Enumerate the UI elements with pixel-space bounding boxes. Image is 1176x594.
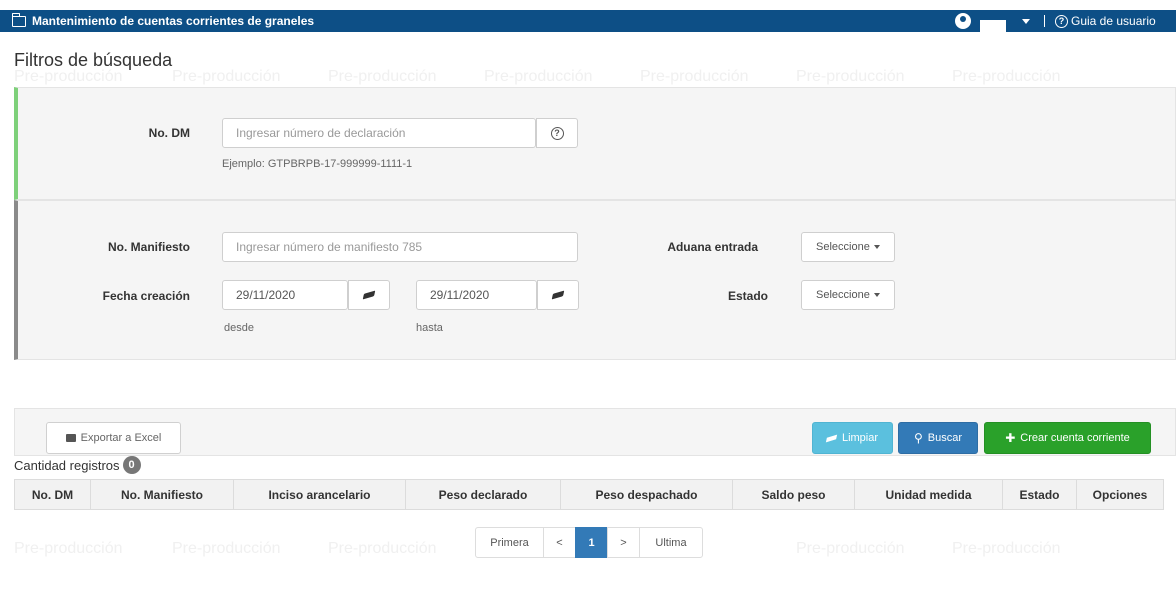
header-title-group: Mantenimiento de cuentas corrientes de g… <box>11 10 315 32</box>
caret-down-icon <box>873 245 880 249</box>
action-bar: Exportar a Excel Limpiar ⚲ Buscar ✚ Crea… <box>14 408 1176 456</box>
fecha-desde-input[interactable]: 29/11/2020 <box>222 280 348 310</box>
estado-select[interactable]: Seleccione <box>801 280 895 310</box>
header-title: Mantenimiento de cuentas corrientes de g… <box>32 14 315 28</box>
watermark: Pre-producción <box>172 540 281 557</box>
pagination-current-page[interactable]: 1 <box>575 527 608 558</box>
search-label: Buscar <box>927 432 963 444</box>
eraser-icon <box>825 434 838 442</box>
search-button[interactable]: ⚲ Buscar <box>898 422 978 454</box>
watermark: Pre-producción <box>328 68 437 85</box>
aduana-select[interactable]: Seleccione <box>801 232 895 262</box>
results-table-header: No. DM No. Manifiesto Inciso arancelario… <box>14 479 1164 510</box>
export-icon <box>65 434 76 442</box>
record-count-label: Cantidad registros <box>14 457 120 473</box>
clear-button[interactable]: Limpiar <box>812 422 893 454</box>
help-icon: ? <box>550 126 564 140</box>
record-count: Cantidad registros 0 <box>14 456 141 474</box>
watermark: Pre-producción <box>952 540 1061 557</box>
dm-help-button[interactable]: ? <box>536 118 578 148</box>
page-title: Filtros de búsqueda <box>14 50 173 70</box>
fecha-hasta-clear-button[interactable] <box>537 280 579 310</box>
fecha-desde-clear-button[interactable] <box>348 280 390 310</box>
watermark: Pre-producción <box>172 68 281 85</box>
aduana-label: Aduana entrada <box>667 240 758 254</box>
manifiesto-input[interactable]: Ingresar número de manifiesto 785 <box>222 232 578 262</box>
top-bar: Mantenimiento de cuentas corrientes de g… <box>0 10 1176 32</box>
watermark: Pre-producción <box>796 68 905 85</box>
dm-label: No. DM <box>148 126 190 140</box>
user-icon[interactable] <box>955 13 971 29</box>
eraser-icon <box>362 290 376 300</box>
fecha-label: Fecha creación <box>102 289 190 303</box>
pagination-last[interactable]: Ultima <box>639 527 703 558</box>
search-icon: ⚲ <box>913 431 923 445</box>
watermark: Pre-producción <box>484 68 593 85</box>
aduana-selected: Seleccione <box>816 241 870 253</box>
column-header[interactable]: Saldo peso <box>733 480 855 509</box>
user-menu-caret-icon[interactable] <box>1022 19 1030 24</box>
pagination-next[interactable]: > <box>607 527 640 558</box>
watermark: Pre-producción <box>796 540 905 557</box>
watermark: Pre-producción <box>952 68 1061 85</box>
manifiesto-label: No. Manifiesto <box>107 240 190 254</box>
column-header[interactable]: Peso despachado <box>561 480 733 509</box>
filter-panel-dm: No. DM Ingresar número de declaración ? … <box>14 87 1176 200</box>
column-header[interactable]: No. Manifiesto <box>91 480 234 509</box>
export-excel-button[interactable]: Exportar a Excel <box>46 422 181 454</box>
dm-example-hint: Ejemplo: GTPBRPB-17-999999-1111-1 <box>222 158 413 170</box>
help-circle-icon: ? <box>1055 14 1068 28</box>
column-header[interactable]: Inciso arancelario <box>234 480 406 509</box>
create-label: Crear cuenta corriente <box>1020 432 1130 444</box>
column-header[interactable]: Estado <box>1003 480 1077 509</box>
estado-label: Estado <box>727 289 768 303</box>
column-header[interactable]: No. DM <box>15 480 91 509</box>
column-header[interactable]: Unidad medida <box>855 480 1003 509</box>
user-guide-label: Guia de usuario <box>1071 14 1156 28</box>
estado-selected: Seleccione <box>816 289 870 301</box>
folder-icon <box>11 12 26 27</box>
pagination-prev[interactable]: < <box>543 527 576 558</box>
fecha-desde-hint: desde <box>224 322 254 334</box>
fecha-hasta-hint: hasta <box>416 322 443 334</box>
watermark: Pre-producción <box>14 540 123 557</box>
header-divider <box>1044 15 1045 27</box>
column-header[interactable]: Peso declarado <box>406 480 561 509</box>
record-count-badge: 0 <box>122 456 141 474</box>
caret-down-icon <box>873 293 880 297</box>
pagination-first[interactable]: Primera <box>475 527 544 558</box>
column-header[interactable]: Opciones <box>1077 480 1163 509</box>
create-account-button[interactable]: ✚ Crear cuenta corriente <box>984 422 1151 454</box>
watermark: Pre-producción <box>640 68 749 85</box>
dm-input[interactable]: Ingresar número de declaración <box>222 118 536 148</box>
filter-panel-manifest: No. Manifiesto Ingresar número de manifi… <box>14 200 1176 360</box>
watermark: Pre-producción <box>328 540 437 557</box>
plus-icon: ✚ <box>1005 431 1016 445</box>
export-label: Exportar a Excel <box>80 432 162 444</box>
fecha-hasta-input[interactable]: 29/11/2020 <box>416 280 537 310</box>
user-name-field[interactable] <box>980 20 1006 32</box>
page: Pre-producción Pre-producción Pre-produc… <box>0 0 1176 594</box>
clear-label: Limpiar <box>841 432 879 444</box>
pagination: Primera < 1 > Ultima <box>475 527 703 558</box>
eraser-icon <box>551 290 565 300</box>
user-guide-link[interactable]: ? Guia de usuario <box>1055 10 1156 32</box>
